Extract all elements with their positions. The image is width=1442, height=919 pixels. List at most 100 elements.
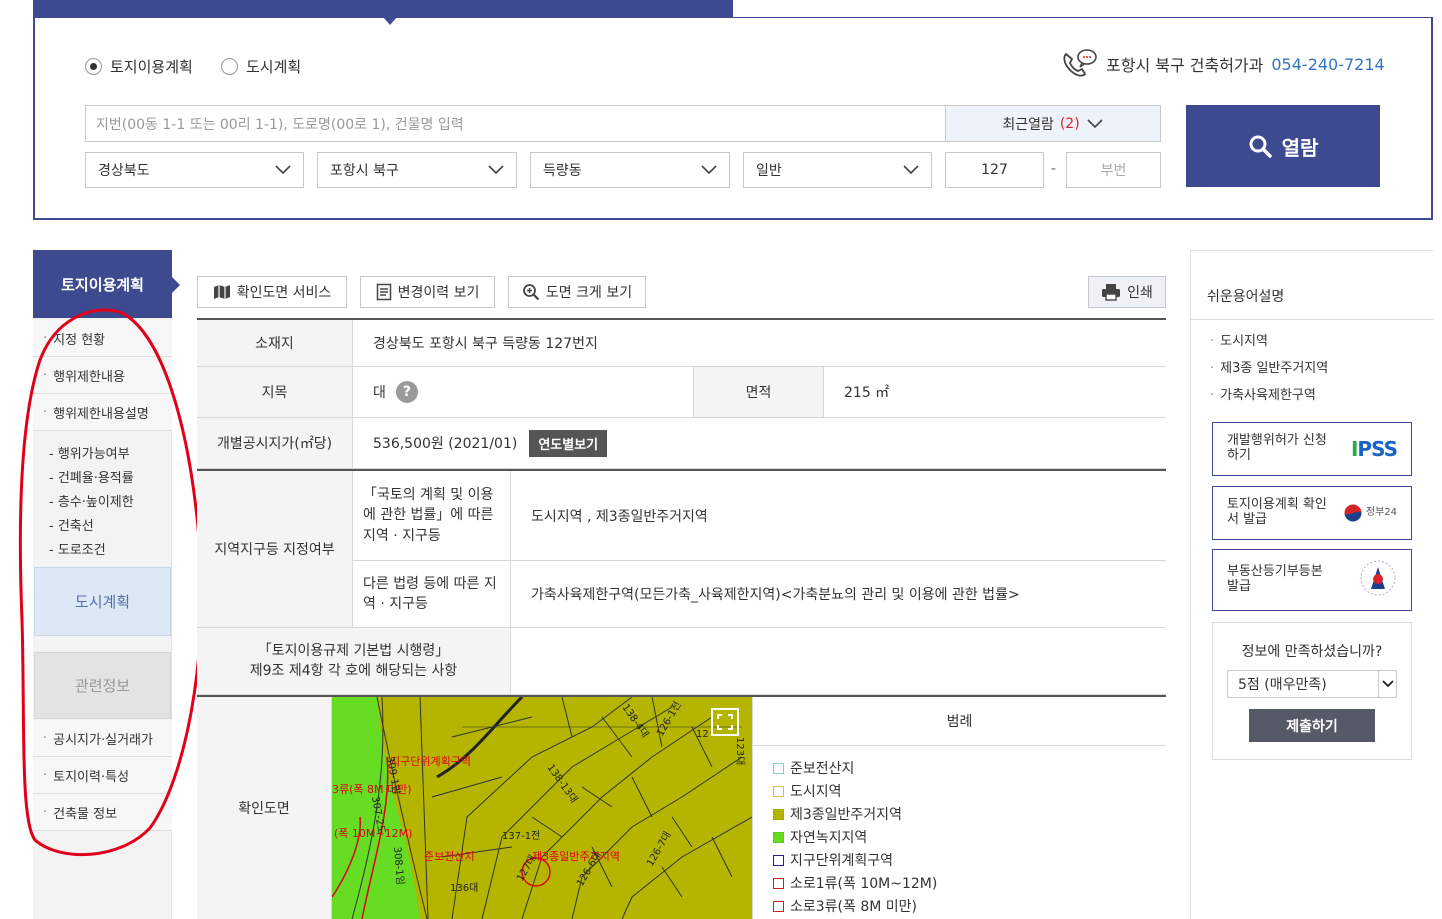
map-label: 136대 xyxy=(450,882,478,894)
registry-copy-link[interactable]: 부동산등기부등본 발급 xyxy=(1212,549,1412,611)
legend-swatch xyxy=(773,808,784,820)
search-placeholder: 지번(00동 1-1 또는 00리 1-1), 도로명(00로 1), 건물명 … xyxy=(96,116,464,133)
confirm-map-service-button[interactable]: 확인도면 서비스 xyxy=(197,276,347,308)
legend-item: 자연녹지지역 xyxy=(773,827,867,847)
recent-views-button[interactable]: 최근열람 (2) xyxy=(945,105,1161,142)
tool-label: 도면 크게 보기 xyxy=(545,285,633,301)
select-lot-type[interactable]: 일반 xyxy=(743,152,932,188)
confirm-map-image[interactable]: 지구단위계획구역 3류(폭 8M 미만) (폭 10M~12M) 준보전산지 제… xyxy=(332,697,752,919)
link-label: 부동산등기부등본 발급 xyxy=(1227,564,1323,594)
document-icon xyxy=(376,283,391,301)
price-value: 536,500원 (2021/01) xyxy=(373,436,518,452)
map-label: 제3종일반주거지역 xyxy=(532,849,620,863)
radio-city-plan[interactable]: 도시계획 xyxy=(221,56,301,77)
printer-icon xyxy=(1102,284,1121,301)
legend-item: 소로1류(폭 10M~12M) xyxy=(773,873,937,893)
select-city[interactable]: 포항시 북구 xyxy=(317,152,517,188)
radio-label: 토지이용계획 xyxy=(110,58,193,76)
tab-other-search[interactable] xyxy=(733,0,1433,18)
terms-title: 쉬운용어설명 xyxy=(1207,289,1285,305)
view-button[interactable]: 열람 xyxy=(1186,105,1380,187)
help-icon[interactable]: ? xyxy=(395,381,418,403)
land-type-cell: 대 ? xyxy=(353,367,694,418)
legend-label: 자연녹지지역 xyxy=(790,830,868,846)
main-number-input[interactable]: 127 xyxy=(945,152,1044,188)
term-residential-3[interactable]: 제3종 일반주거지역 xyxy=(1210,357,1328,376)
chevron-down-icon xyxy=(903,165,919,175)
land-type-value: 대 xyxy=(373,385,386,401)
map-icon xyxy=(213,285,230,299)
radio-dot xyxy=(85,58,102,75)
legend-swatch xyxy=(773,831,784,843)
tab-land-use-search[interactable] xyxy=(33,0,733,17)
select-dong[interactable]: 득량동 xyxy=(530,152,730,188)
map-label: 137-1전 xyxy=(502,830,540,842)
chevron-down-icon xyxy=(488,165,504,175)
legend-swatch xyxy=(773,877,784,889)
map-label: (폭 10M~12M) xyxy=(334,827,412,840)
select-value: 포항시 북구 xyxy=(330,163,399,179)
radio-dot xyxy=(221,58,238,75)
link-label: 개발행위허가 신청하기 xyxy=(1227,433,1327,463)
legend-swatch xyxy=(773,762,784,774)
legend-label: 제3종일반주거지역 xyxy=(790,807,902,823)
legend-title: 범례 xyxy=(752,697,1166,746)
ipss-logo-rest: PSS xyxy=(1357,436,1398,461)
term-livestock-restriction[interactable]: 가축사육제한구역 xyxy=(1210,384,1316,403)
zone-law2-value: 가축사육제한구역(모든가축_사육제한지역)<가축분뇨의 관리 및 이용에 관한 … xyxy=(511,561,1166,628)
map-label: 지구단위계획구역 xyxy=(390,755,471,768)
survey-select-value: 5점 (매우만족) xyxy=(1238,677,1327,693)
legend-item: 제3종일반주거지역 xyxy=(773,804,902,824)
radio-label: 도시계획 xyxy=(246,58,302,76)
print-button[interactable]: 인쇄 xyxy=(1088,276,1166,308)
ipss-logo: IPSS xyxy=(1351,436,1398,461)
legend-label: 도시지역 xyxy=(790,784,842,800)
term-urban-area[interactable]: 도시지역 xyxy=(1210,330,1268,349)
view-button-label: 열람 xyxy=(1281,135,1319,160)
left-title-arrow xyxy=(172,277,180,293)
development-permit-link[interactable]: 개발행위허가 신청하기 IPSS xyxy=(1212,422,1412,476)
survey-submit-button[interactable]: 제출하기 xyxy=(1249,709,1375,742)
zone-law1-value: 도시지역 , 제3종일반주거지역 xyxy=(511,471,1166,561)
legend-swatch xyxy=(773,900,784,912)
enlarge-map-button[interactable]: 도면 크게 보기 xyxy=(508,276,646,308)
tool-label: 확인도면 서비스 xyxy=(236,285,332,301)
enforcement-line-1: 「토지이용규제 기본법 시행령」 xyxy=(257,642,450,659)
address-search-input[interactable]: 지번(00동 1-1 또는 00리 1-1), 도로명(00로 1), 건물명 … xyxy=(85,105,946,142)
price-cell: 536,500원 (2021/01) 연도별보기 xyxy=(353,418,1166,469)
contact-phone[interactable]: 054-240-7214 xyxy=(1271,55,1384,74)
legend-item: 지구단위계획구역 xyxy=(773,850,893,870)
chevron-down-icon xyxy=(701,165,717,175)
map-label: 12 xyxy=(696,729,709,740)
chevron-down-icon xyxy=(1378,671,1396,697)
land-use-certificate-link[interactable]: 토지이용계획 확인서 발급 정부24 xyxy=(1212,486,1412,540)
map-label: 준보전산지 xyxy=(424,850,475,863)
red-circle-annotation xyxy=(18,308,204,857)
yearly-view-button[interactable]: 연도별보기 xyxy=(529,429,608,457)
legend-swatch xyxy=(773,854,784,866)
legend-item: 준보전산지 xyxy=(773,758,854,778)
zone-law2-header: 다른 법령 등에 따른 지역 · 지구등 xyxy=(353,561,511,628)
area-value: 215 ㎡ xyxy=(824,367,1166,418)
survey-select[interactable]: 5점 (매우만족) xyxy=(1227,670,1397,698)
tool-label: 인쇄 xyxy=(1127,285,1153,301)
legend-item: 도시지역 xyxy=(773,781,842,801)
radio-land-use-plan[interactable]: 토지이용계획 xyxy=(85,56,193,77)
link-label: 토지이용계획 확인서 발급 xyxy=(1227,497,1327,527)
select-value: 일반 xyxy=(756,163,782,179)
main-number-value: 127 xyxy=(981,162,1008,178)
legend-label: 준보전산지 xyxy=(790,761,855,777)
tool-label: 변경이력 보기 xyxy=(397,285,480,301)
legend-swatch xyxy=(773,785,784,797)
sub-number-input[interactable]: 부번 xyxy=(1066,152,1161,188)
legend-label: 소로1류(폭 10M~12M) xyxy=(790,876,938,892)
change-history-button[interactable]: 변경이력 보기 xyxy=(360,276,495,308)
gov24-logo: 정부24 xyxy=(1343,503,1397,523)
sub-number-placeholder: 부번 xyxy=(1100,163,1127,179)
zoom-in-icon xyxy=(523,284,540,301)
chevron-down-icon xyxy=(275,165,291,175)
select-province[interactable]: 경상북도 xyxy=(85,152,304,188)
satisfaction-survey: 정보에 만족하셨습니까? 5점 (매우만족) 제출하기 xyxy=(1212,622,1412,760)
location-value: 경상북도 포항시 북구 득량동 127번지 xyxy=(353,320,1166,367)
legend-item: 소로3류(폭 8M 미만) xyxy=(773,896,917,916)
